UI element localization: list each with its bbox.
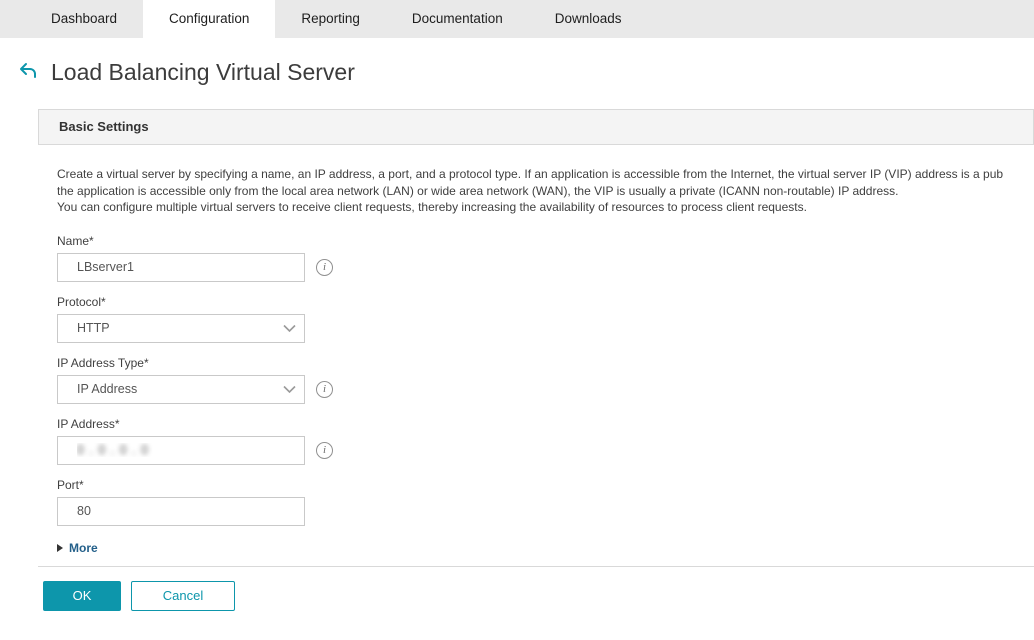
- description-line: Create a virtual server by specifying a …: [57, 166, 1034, 183]
- description-line: You can configure multiple virtual serve…: [57, 199, 1034, 216]
- protocol-select[interactable]: HTTP: [57, 314, 305, 343]
- more-label: More: [69, 541, 98, 555]
- chevron-down-icon: [283, 324, 296, 333]
- ip-address-type-select[interactable]: IP Address: [57, 375, 305, 404]
- basic-settings-panel: Basic Settings Create a virtual server b…: [38, 109, 1034, 567]
- tab-reporting[interactable]: Reporting: [275, 0, 386, 38]
- page-title-row: Load Balancing Virtual Server: [14, 58, 1034, 86]
- tab-downloads[interactable]: Downloads: [529, 0, 648, 38]
- protocol-selected-value: HTTP: [77, 321, 110, 335]
- ip-address-input[interactable]: [57, 436, 305, 465]
- page-title: Load Balancing Virtual Server: [51, 59, 355, 86]
- name-label: Name*: [57, 234, 1034, 248]
- panel-body: Create a virtual server by specifying a …: [38, 145, 1034, 567]
- protocol-label: Protocol*: [57, 295, 1034, 309]
- description-line: the application is accessible only from …: [57, 183, 1034, 200]
- port-input[interactable]: [57, 497, 305, 526]
- panel-header: Basic Settings: [38, 109, 1034, 145]
- ok-button[interactable]: OK: [43, 581, 121, 611]
- info-icon[interactable]: i: [316, 381, 333, 398]
- footer-actions: OK Cancel: [43, 581, 1034, 611]
- port-label: Port*: [57, 478, 1034, 492]
- ip-address-type-selected-value: IP Address: [77, 382, 137, 396]
- tab-dashboard[interactable]: Dashboard: [25, 0, 143, 38]
- tab-documentation[interactable]: Documentation: [386, 0, 529, 38]
- name-field-group: Name* i: [57, 234, 1034, 282]
- info-icon[interactable]: i: [316, 442, 333, 459]
- name-input[interactable]: [57, 253, 305, 282]
- cancel-button[interactable]: Cancel: [131, 581, 235, 611]
- ip-address-field-group: IP Address* i: [57, 417, 1034, 465]
- protocol-field-group: Protocol* HTTP: [57, 295, 1034, 343]
- expand-triangle-icon: [57, 544, 63, 552]
- tab-configuration[interactable]: Configuration: [143, 0, 275, 38]
- port-field-group: Port*: [57, 478, 1034, 526]
- panel-description: Create a virtual server by specifying a …: [57, 166, 1034, 216]
- more-expander[interactable]: More: [57, 541, 177, 566]
- back-arrow-icon: [16, 60, 40, 84]
- ip-address-label: IP Address*: [57, 417, 1034, 431]
- info-icon[interactable]: i: [316, 259, 333, 276]
- top-nav: Dashboard Configuration Reporting Docume…: [0, 0, 1034, 38]
- chevron-down-icon: [283, 385, 296, 394]
- ip-address-type-field-group: IP Address Type* IP Address i: [57, 356, 1034, 404]
- back-button[interactable]: [14, 58, 42, 86]
- ip-address-type-label: IP Address Type*: [57, 356, 1034, 370]
